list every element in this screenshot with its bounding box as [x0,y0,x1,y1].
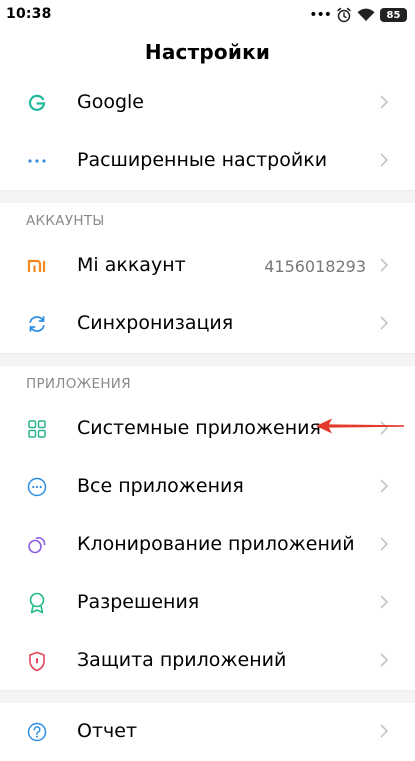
section-header-apps: ПРИЛОЖЕНИЯ [26,376,131,392]
settings-item-google[interactable]: Google [0,74,415,132]
settings-item-sync[interactable]: Синхронизация [0,295,415,353]
settings-item-label: Клонирование приложений [77,533,355,555]
settings-item-label: Mi аккаунт [77,254,186,276]
wifi-icon [357,8,375,21]
chevron-right-icon [380,95,389,109]
chevron-right-icon [380,479,389,493]
chevron-right-icon [380,258,389,272]
battery-indicator: 85 [380,8,407,22]
alarm-icon [337,7,351,23]
page-title: Настройки [144,40,271,64]
shield-icon [26,650,48,672]
settings-item-permissions[interactable]: Разрешения [0,574,415,632]
chevron-right-icon [380,653,389,667]
status-icons: ••• 85 [309,6,407,24]
settings-item-label: Защита приложений [77,649,287,671]
settings-item-clone-apps[interactable]: Клонирование приложений [0,516,415,574]
section-divider [0,353,415,366]
clone-icon [26,534,48,556]
notification-dots-icon: ••• [309,7,332,23]
chevron-right-icon [380,724,389,738]
settings-item-label: Системные приложения [77,417,321,439]
settings-item-label: Все приложения [77,475,244,497]
annotation-arrow-icon [316,418,404,434]
settings-item-label: Отчет [77,720,138,742]
account-id-value: 4156018293 [264,257,366,276]
badge-icon [26,592,48,614]
settings-item-feedback[interactable]: Отчет [0,703,415,761]
apps-dots-icon [26,476,48,498]
chevron-right-icon [380,595,389,609]
status-time: 10:38 [6,6,52,22]
settings-item-advanced[interactable]: Расширенные настройки [0,132,415,190]
status-bar: 10:38 ••• 85 [0,0,415,32]
section-header-accounts: АККАУНТЫ [26,213,105,229]
settings-item-app-protection[interactable]: Защита приложений [0,632,415,690]
settings-item-all-apps[interactable]: Все приложения [0,458,415,516]
section-divider [0,190,415,203]
chevron-right-icon [380,153,389,167]
settings-item-label: Синхронизация [77,312,234,334]
settings-item-label: Разрешения [77,591,200,613]
chevron-right-icon [380,316,389,330]
help-icon [26,721,48,743]
settings-item-label: Расширенные настройки [77,149,328,171]
grid-icon [26,418,48,440]
settings-item-mi-account[interactable]: Mi аккаунт 4156018293 [0,237,415,295]
more-dots-icon [26,150,48,172]
google-icon [26,92,48,114]
sync-icon [26,313,48,335]
mi-logo-icon [26,255,48,277]
settings-item-label: Google [77,91,145,113]
chevron-right-icon [380,537,389,551]
section-divider [0,690,415,703]
